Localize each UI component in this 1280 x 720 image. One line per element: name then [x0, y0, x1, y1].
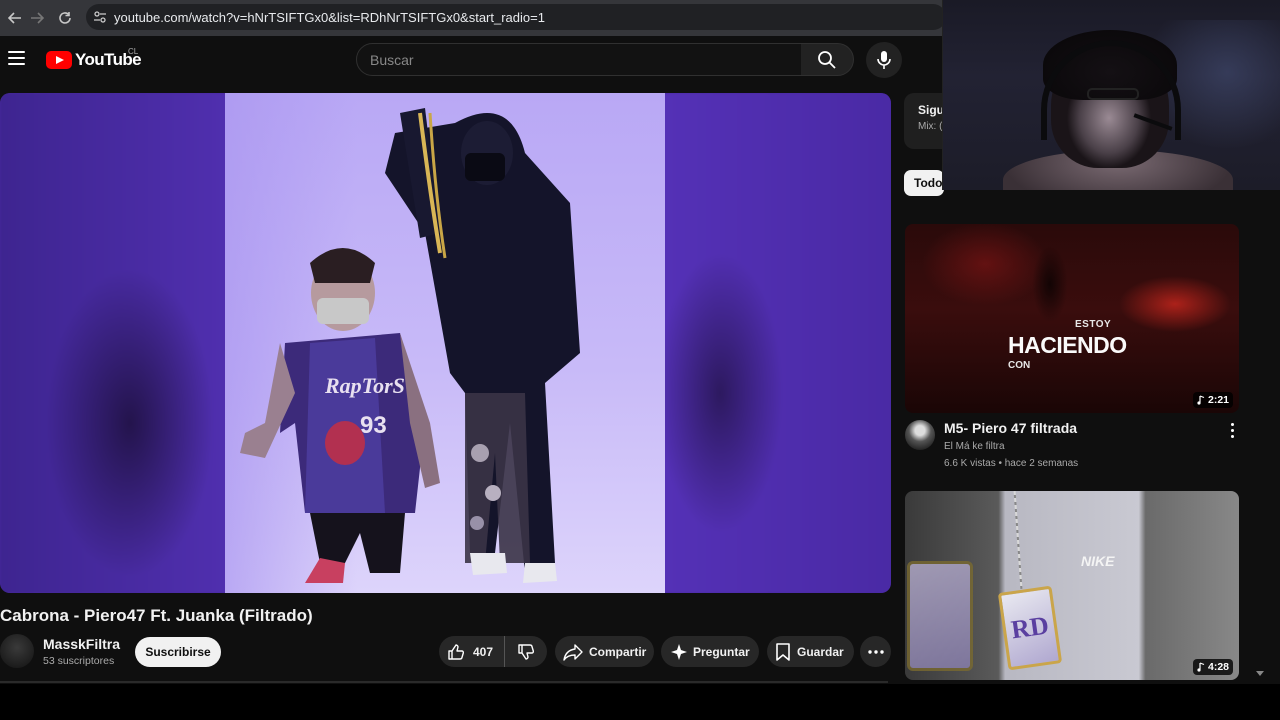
video-metadata: 6.6 K vistas • hace 2 semanas — [944, 458, 1079, 469]
channel-avatar[interactable] — [0, 634, 34, 668]
youtube-header: YouTube CL — [0, 36, 942, 84]
thumb-up-icon — [448, 643, 465, 660]
forward-button[interactable] — [22, 3, 52, 33]
webcam-overlay — [942, 0, 1280, 190]
scrollbar[interactable] — [1252, 196, 1264, 684]
ask-button[interactable]: Preguntar — [661, 636, 759, 667]
music-note-icon — [1197, 662, 1205, 672]
reload-icon — [59, 12, 71, 24]
voice-search-button[interactable] — [866, 42, 902, 78]
duration-text: 4:28 — [1207, 661, 1229, 673]
save-button[interactable]: Guardar — [767, 636, 854, 667]
hamburger-icon[interactable] — [8, 51, 25, 65]
bookmark-icon — [776, 642, 790, 661]
share-button[interactable]: Compartir — [555, 636, 654, 667]
search-icon — [818, 50, 836, 69]
youtube-logo[interactable]: YouTube — [46, 50, 142, 70]
arrow-right-icon — [31, 12, 44, 24]
save-label: Guardar — [797, 644, 844, 659]
screen: youtube.com/watch?v=hNrTSIFTGx0&list=RDh… — [0, 0, 1280, 720]
duration-badge: 2:21 — [1192, 392, 1233, 408]
dislike-button[interactable] — [505, 636, 547, 667]
like-button[interactable]: 407 — [439, 636, 505, 667]
like-dislike-group: 407 — [439, 636, 547, 667]
share-label: Compartir — [589, 644, 647, 659]
country-code: CL — [128, 47, 139, 56]
svg-text:93: 93 — [360, 412, 387, 439]
thumb-down-icon — [518, 643, 535, 660]
video-thumbnail[interactable]: ESTOY HACIENDO CON 2:21 — [905, 224, 1239, 413]
more-vertical-icon[interactable] — [1222, 420, 1242, 440]
more-actions-button[interactable] — [860, 636, 891, 667]
duration-text: 2:21 — [1207, 394, 1229, 406]
url-text[interactable]: youtube.com/watch?v=hNrTSIFTGx0&list=RDh… — [114, 10, 545, 25]
arrow-left-icon — [8, 12, 21, 24]
subscribe-button[interactable]: Suscribirse — [135, 637, 221, 667]
share-icon — [563, 643, 583, 661]
bottom-bar — [0, 684, 1280, 720]
thumbnail-pendant: RD — [997, 585, 1063, 671]
search-field[interactable] — [356, 43, 802, 76]
sparkle-icon — [671, 643, 687, 660]
thumbnail-text: ESTOY — [1075, 319, 1112, 330]
more-horizontal-icon — [867, 649, 884, 654]
svg-text:RapTorS: RapTorS — [324, 373, 405, 398]
thumbnail-text: NIKE — [1081, 553, 1115, 569]
address-bar[interactable]: youtube.com/watch?v=hNrTSIFTGx0&list=RDh… — [86, 4, 946, 30]
microphone-icon — [877, 51, 891, 69]
video-title[interactable]: M5- Piero 47 filtrada — [944, 420, 1077, 436]
site-settings-icon[interactable] — [86, 4, 114, 30]
channel-avatar[interactable] — [905, 420, 935, 450]
reload-button[interactable] — [50, 3, 80, 33]
ask-label: Preguntar — [693, 644, 750, 659]
glasses — [1087, 88, 1139, 100]
video-title: Cabrona - Piero47 Ft. Juanka (Filtrado) — [0, 606, 313, 625]
video-player[interactable]: RapTorS 93 — [0, 93, 891, 593]
search-input[interactable] — [370, 51, 801, 68]
music-note-icon — [1197, 395, 1205, 405]
divider — [0, 681, 888, 683]
video-image-two-men: RapTorS 93 — [240, 108, 580, 583]
channel-name[interactable]: MasskFiltra — [43, 636, 120, 652]
like-count: 407 — [473, 644, 494, 659]
thumbnail-text: CON — [1008, 360, 1031, 371]
chip-all[interactable]: Todos — [904, 170, 944, 196]
thumbnail-text: HACIENDO — [1008, 332, 1127, 358]
youtube-play-icon — [46, 51, 72, 69]
search-button[interactable] — [801, 43, 854, 76]
video-frame: RapTorS 93 — [225, 93, 665, 593]
duration-badge: 4:28 — [1192, 659, 1233, 675]
channel-name[interactable]: El Má ke filtra — [944, 441, 1005, 452]
subscriber-count: 53 suscriptores — [43, 655, 115, 667]
video-thumbnail[interactable]: RD NIKE 4:28 — [905, 491, 1239, 680]
scroll-down-arrow-icon[interactable] — [1256, 671, 1264, 676]
